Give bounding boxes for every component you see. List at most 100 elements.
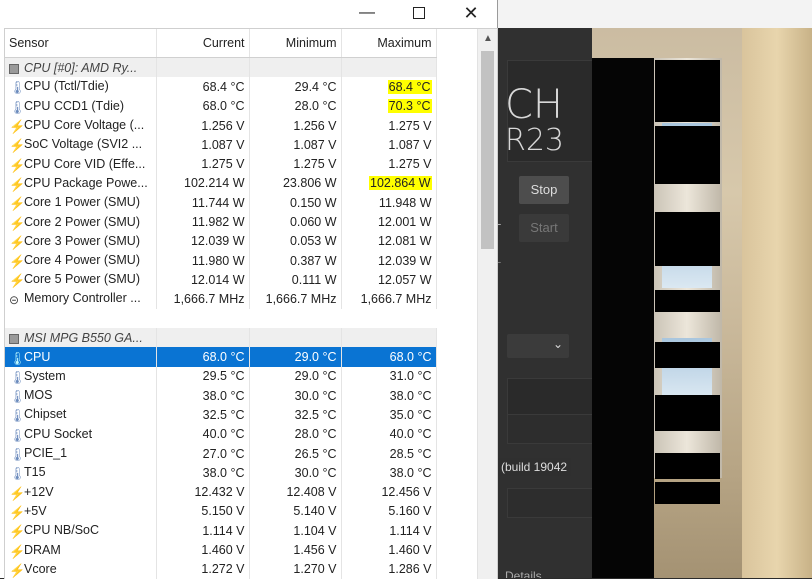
sensor-name: Core 3 Power (SMU) (24, 233, 140, 248)
maximum-value-cell: 1.286 V (341, 559, 437, 579)
voltage-bolt-icon: ⚡ (9, 215, 26, 231)
column-header-maximum[interactable]: Maximum (341, 29, 437, 58)
sensor-row[interactable]: 🌡CPU Socket 40.0 °C 28.0 °C 40.0 °C (5, 424, 437, 444)
maximum-value-cell: 1,666.7 MHz (341, 289, 437, 309)
sensor-name-cell: ⚡Vcore (5, 559, 157, 579)
sensor-row[interactable]: ⚡+5V 5.150 V 5.140 V 5.160 V (5, 501, 437, 522)
window-caption-bar[interactable]: — ✕ (0, 0, 497, 28)
sensor-name: PCIE_1 (24, 446, 68, 461)
maximum-value-cell: 12.057 W (341, 270, 437, 290)
background-app-dropdown[interactable]: ⌄ (507, 334, 569, 358)
minimize-button[interactable]: — (345, 0, 389, 26)
sensor-name: CPU NB/SoC (24, 523, 100, 538)
sensor-row[interactable]: ⊝ Memory Controller ... 1,666.7 MHz 1,666.7… (5, 289, 437, 309)
current-value-cell: 102.214 W (156, 173, 250, 194)
sensor-row[interactable]: ⚡CPU NB/SoC 1.114 V 1.104 V 1.114 V (5, 521, 437, 541)
maximum-value: 1.275 V (388, 157, 432, 172)
maximum-value-cell: 5.160 V (341, 501, 437, 522)
group-empty-cell (249, 328, 342, 348)
redaction-block (655, 482, 720, 504)
sensor-name-cell: 🌡PCIE_1 (5, 443, 157, 464)
current-value-cell: 11.982 W (156, 212, 250, 232)
background-app-field (507, 414, 593, 444)
minimum-value-cell: 0.387 W (249, 250, 342, 271)
maximum-value: 1.114 V (389, 523, 432, 538)
scrollbar-thumb[interactable] (481, 51, 494, 249)
current-value: 12.039 W (190, 234, 245, 249)
minimum-value-cell: 0.060 W (249, 212, 342, 232)
scroll-up-icon[interactable]: ▲ (478, 33, 497, 44)
voltage-bolt-icon: ⚡ (9, 176, 26, 192)
sensor-row[interactable]: 🌡Chipset 32.5 °C 32.5 °C 35.0 °C (5, 405, 437, 425)
sensor-row[interactable]: ⚡Vcore 1.272 V 1.270 V 1.286 V (5, 559, 437, 579)
chip-icon (9, 333, 19, 344)
sensor-row[interactable]: 🌡T15 38.0 °C 30.0 °C 38.0 °C (5, 463, 437, 483)
minimum-value-cell: 1.087 V (249, 135, 342, 155)
sensor-name: CPU Core Voltage (... (24, 118, 145, 133)
sensor-row[interactable]: 🌡MOS 38.0 °C 30.0 °C 38.0 °C (5, 386, 437, 406)
spacer-row (5, 308, 436, 329)
current-value-cell: 1.087 V (156, 135, 250, 155)
column-header-current[interactable]: Current (156, 29, 250, 58)
maximize-button[interactable] (397, 0, 441, 26)
column-header-minimum[interactable]: Minimum (249, 29, 342, 58)
sensor-group-row[interactable]: MSI MPG B550 GA... (5, 328, 437, 348)
sensor-row[interactable]: ⚡Core 1 Power (SMU) 11.744 W 0.150 W 11.948… (5, 193, 437, 213)
maximum-value: 12.001 W (377, 215, 432, 230)
sensor-row-selected[interactable]: 🌡CPU 68.0 °C 29.0 °C 68.0 °C (5, 347, 437, 367)
maximum-value: 31.0 °C (389, 369, 432, 384)
sensor-row[interactable]: ⚡CPU Core Voltage (... 1.256 V 1.256 V 1.27… (5, 115, 437, 136)
maximum-value-cell: 38.0 °C (341, 463, 437, 483)
minimum-value-cell: 28.0 °C (249, 424, 342, 444)
clock-gauge-icon: ⊝ (9, 293, 20, 308)
sensor-row[interactable]: 🌡PCIE_1 27.0 °C 26.5 °C 28.5 °C (5, 443, 437, 464)
minimum-value: 1.270 V (293, 562, 337, 577)
maximum-value: 70.3 °C (387, 99, 432, 114)
maximum-value-cell: 1.087 V (341, 135, 437, 155)
voltage-bolt-icon: ⚡ (9, 234, 26, 250)
minimum-value: 29.0 °C (294, 350, 337, 365)
maximum-value: 68.4 °C (387, 79, 432, 94)
current-value: 1.272 V (201, 562, 245, 577)
sensor-row[interactable]: ⚡Core 3 Power (SMU) 12.039 W 0.053 W 12.081… (5, 231, 437, 251)
vertical-scrollbar[interactable]: ▲ (477, 29, 497, 579)
close-button[interactable]: ✕ (449, 0, 493, 26)
current-value: 38.0 °C (202, 465, 245, 480)
current-value-cell: 29.5 °C (156, 366, 250, 387)
sensor-name-cell: ⚡CPU Package Powe... (5, 173, 157, 194)
current-value: 40.0 °C (202, 427, 245, 442)
sensor-group-row[interactable]: CPU [#0]: AMD Ry... (5, 57, 437, 78)
background-app-panel: CH R23 Stop - Start - ⌄ (build 19042 Det… (497, 28, 593, 578)
background-app-build-info: (build 19042 (497, 458, 572, 476)
stop-button[interactable]: Stop (519, 176, 569, 204)
group-empty-cell (249, 57, 342, 78)
sensor-row[interactable]: 🌡CPU CCD1 (Tdie) 68.0 °C 28.0 °C 70.3 °C (5, 96, 437, 116)
sensor-row[interactable]: ⚡Core 4 Power (SMU) 11.980 W 0.387 W 12.039… (5, 250, 437, 271)
minimum-value: 30.0 °C (294, 388, 337, 403)
start-button[interactable]: Start (519, 214, 569, 242)
sensor-row[interactable]: 🌡CPU (Tctl/Tdie) 68.4 °C 29.4 °C 68.4 °C (5, 77, 437, 97)
column-header-row: Sensor Current Minimum Maximum (5, 29, 437, 58)
sensor-row[interactable]: ⚡CPU Package Powe... 102.214 W 23.806 W 102… (5, 173, 437, 194)
sensor-name-cell: 🌡CPU (5, 347, 157, 367)
sensor-name-cell: ⚡Core 4 Power (SMU) (5, 250, 157, 271)
details-label[interactable]: Details (505, 569, 542, 578)
sensor-row[interactable]: ⚡Core 5 Power (SMU) 12.014 W 0.111 W 12.057… (5, 270, 437, 290)
current-value-cell: 68.0 °C (156, 96, 250, 116)
sensor-row[interactable]: ⚡+12V 12.432 V 12.408 V 12.456 V (5, 482, 437, 502)
minimum-value-cell: 5.140 V (249, 501, 342, 522)
maximize-icon (413, 6, 425, 19)
sensor-row[interactable]: ⚡SoC Voltage (SVI2 ... 1.087 V 1.087 V 1.08… (5, 135, 437, 155)
maximum-value-cell: 102.864 W (341, 173, 437, 194)
background-app-field (507, 488, 593, 518)
sensor-row[interactable]: ⚡CPU Core VID (Effe... 1.275 V 1.275 V 1.27… (5, 154, 437, 174)
sensor-row[interactable]: ⚡DRAM 1.460 V 1.456 V 1.460 V (5, 540, 437, 560)
current-value-cell: 1,666.7 MHz (156, 289, 250, 309)
current-value: 1.114 V (202, 523, 245, 538)
sensor-row[interactable]: 🌡System 29.5 °C 29.0 °C 31.0 °C (5, 366, 437, 387)
column-header-sensor[interactable]: Sensor (5, 29, 157, 58)
thermometer-icon: 🌡 (9, 99, 26, 115)
sensor-row[interactable]: ⚡Core 2 Power (SMU) 11.982 W 0.060 W 12.001… (5, 212, 437, 232)
maximum-value: 1.087 V (388, 137, 432, 152)
maximum-value-cell: 38.0 °C (341, 386, 437, 406)
